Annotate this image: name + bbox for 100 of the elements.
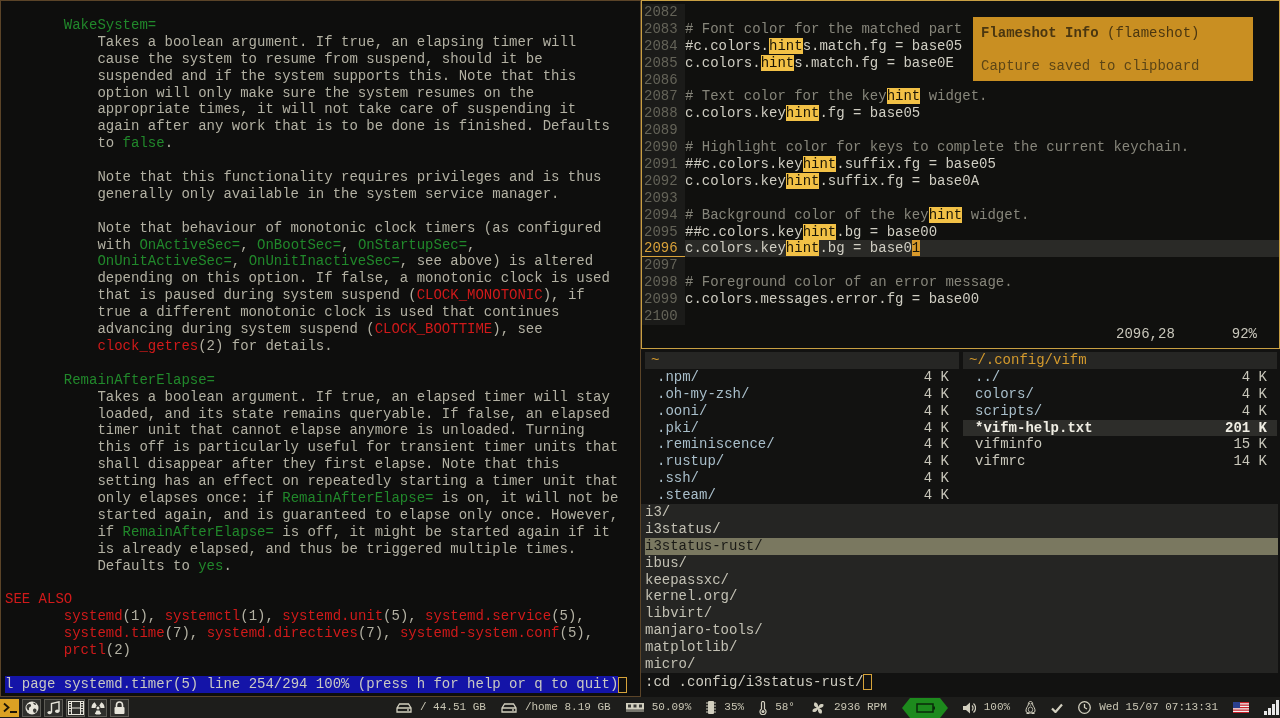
date-time: Wed 15/07 07:13:31	[1099, 700, 1218, 716]
file-row[interactable]: .oh-my-zsh/ 4 K	[645, 385, 959, 403]
directory-path: ~	[645, 352, 959, 369]
completion-item[interactable]: manjaro-tools/	[645, 622, 1278, 640]
file-name: .reminiscence/	[657, 436, 775, 454]
cpu-usage: 35%	[724, 700, 745, 716]
line-number: 2091	[642, 156, 685, 173]
file-size: 4 K	[923, 402, 949, 420]
completion-item[interactable]: i3status/	[645, 520, 1278, 538]
line-number: 2096	[642, 240, 685, 258]
completion-item[interactable]: libvirt/	[645, 605, 1278, 623]
line-number: 2088	[642, 105, 685, 123]
completion-item[interactable]: kernel.org/	[645, 588, 1278, 606]
section-heading: SEE ALSO	[5, 591, 73, 609]
file-name: .steam/	[657, 487, 716, 504]
file-name: vifminfo	[975, 436, 1043, 454]
file-name: colors/	[975, 385, 1034, 403]
radiation-icon	[90, 700, 105, 715]
file-row[interactable]: .ooni/ 4 K	[645, 402, 959, 420]
file-row[interactable]: .steam/ 4 K	[645, 487, 959, 504]
file-size: 4 K	[923, 385, 949, 403]
completion-item[interactable]: i3status-rust/	[645, 537, 1278, 555]
completion-item[interactable]: matplotlib/	[645, 639, 1278, 656]
temperature-reading: 58°	[775, 700, 795, 716]
file-size: 4 K	[923, 470, 949, 488]
file-name: .oh-my-zsh/	[657, 385, 750, 403]
cursor-icon	[863, 674, 873, 691]
memory-module-icon	[625, 703, 644, 712]
code-line: ##c.colors.keyhint.suffix.fg = base05	[685, 156, 996, 173]
cpu-chip-icon	[706, 701, 717, 714]
disk-usage: / 44.51 GB	[419, 700, 486, 716]
signal-bars-icon	[1264, 700, 1279, 715]
file-row[interactable]: *vifm-help.txt 201 K	[963, 419, 1277, 437]
paragraph: Takes a boolean argument. If true, an elapsing timer will cause the system to resume from suspend, should it be suspended and if the system supports this. Note that this option will only make sure the system resumes on the appropriate times, it will not take care of suspending it again after any work that is to be done is finished. Defaults to false.	[97, 33, 610, 153]
command-line-field[interactable]: :cd .config/i3status-rust/	[645, 673, 873, 691]
file-name: .npm/	[657, 368, 699, 386]
workspace-button[interactable]	[0, 698, 19, 717]
hard-drive-icon	[500, 702, 517, 713]
globe-icon	[24, 700, 39, 715]
completion-item[interactable]: micro/	[645, 656, 1278, 673]
file-name: vifmrc	[975, 453, 1026, 471]
file-size: 4 K	[923, 436, 949, 454]
file-name: .ssh/	[657, 470, 699, 488]
file-row[interactable]: .reminiscence/ 4 K	[645, 436, 959, 454]
code-line: # Foreground color of an error message.	[685, 274, 1013, 292]
code-line: # Highlight color for keys to complete the current keychain.	[685, 139, 1190, 156]
notification-message: Capture saved to clipboard	[981, 57, 1200, 75]
cursor-position: 2096,28	[1116, 325, 1175, 343]
volume-level: 100%	[983, 700, 1011, 716]
hard-drive-icon	[395, 702, 412, 713]
lock-icon	[114, 701, 125, 714]
paragraph: Note that behaviour of monotonic clock timers (as configured with OnActiveSec=, OnBootSec=, OnStartupSec=, OnUnitActiveSec=, OnUnitInactiveSec=, see above) is altered depending on this option. If false, a monotonic clock is used that is paused during system suspend (CLOCK_MONOTONIC), if true a different monotonic clock is used that continues advancing during system suspend (CLOCK_BOOTTIME), see clock_getres(2) for details.	[97, 219, 610, 355]
file-row[interactable]: colors/ 4 K	[963, 385, 1277, 403]
file-row[interactable]: ../ 4 K	[963, 368, 1277, 386]
file-row[interactable]: .npm/ 4 K	[645, 368, 959, 386]
music-note-icon	[47, 700, 60, 715]
paragraph: Takes a boolean argument. If true, an elapsed timer will stay loaded, and its state remains queryable. If false, an elapsed timer unit that cannot elapse anymore is unloaded. Turning this off is particularly useful for transient timer units that shall disappear after they first elapse. Note that this setting has an effect on repeatedly starting a timer unit that only elapses once: if RemainAfterElapse= is on, it will not be started again, and is guaranteed to elapse only once. However, if RemainAfterElapse= is off, it might be started again if it is already elapsed, and thus be triggered multiple times. Defaults to yes.	[97, 388, 619, 575]
thermometer-icon	[759, 700, 768, 715]
reference-list: systemd(1), systemctl(1), systemd.unit(5), systemd.service(5), systemd.time(7), systemd.directives(7), systemd-system.conf(5), prctl(2)	[63, 608, 594, 659]
file-size: 14 K	[1233, 453, 1267, 471]
file-name: .rustup/	[657, 453, 725, 471]
line-number: 2087	[642, 88, 685, 106]
line-number: 2097	[642, 257, 685, 275]
workspace-button[interactable]	[88, 698, 107, 717]
option-name: RemainAfterElapse=	[63, 371, 216, 389]
file-row[interactable]: scripts/ 4 K	[963, 402, 1277, 420]
line-number: 2099	[642, 291, 685, 309]
completion-item[interactable]: i3/	[645, 504, 1278, 521]
workspace-button[interactable]	[110, 698, 129, 717]
file-row[interactable]: vifmrc 14 K	[963, 453, 1277, 471]
file-row[interactable]: .ssh/ 4 K	[645, 470, 959, 488]
code-line: c.colors.messages.error.fg = base00	[685, 291, 980, 309]
workspace-button[interactable]	[44, 698, 63, 717]
disk-usage: /home 8.19 GB	[524, 700, 611, 716]
workspace-button[interactable]	[22, 698, 41, 717]
paragraph: Note that this functionality requires privileges and is thus generally only available in the system service manager.	[97, 169, 602, 203]
workspace-button[interactable]	[66, 698, 85, 717]
file-row[interactable]: .pki/ 4 K	[645, 419, 959, 437]
code-line: #c.colors.hint s.match.fg = base05	[685, 37, 963, 55]
completion-item[interactable]: ibus/	[645, 554, 1278, 572]
file-size: 15 K	[1233, 436, 1267, 454]
check-icon	[1051, 702, 1064, 713]
code-line: c.colors.hints.match.fg = base0E	[685, 54, 954, 72]
completion-item[interactable]: keepassxc/	[645, 571, 1278, 589]
line-number: 2089	[642, 122, 685, 140]
file-size: 201 K	[1225, 419, 1267, 437]
line-number: 2100	[642, 308, 685, 325]
file-name: .pki/	[657, 419, 699, 437]
file-name: scripts/	[975, 402, 1043, 420]
file-size: 4 K	[923, 487, 949, 504]
battery-icon	[901, 697, 948, 718]
file-row[interactable]: .rustup/ 4 K	[645, 453, 959, 471]
file-size: 4 K	[923, 453, 949, 471]
line-number: 2082	[642, 4, 685, 21]
terminal-prompt-icon	[2, 702, 17, 713]
file-row[interactable]: vifminfo 15 K	[963, 436, 1277, 454]
option-name: WakeSystem=	[63, 17, 157, 34]
file-size: 4 K	[1241, 402, 1267, 420]
fan-speed: 2936 RPM	[833, 700, 887, 716]
file-name: ../	[975, 368, 1001, 386]
